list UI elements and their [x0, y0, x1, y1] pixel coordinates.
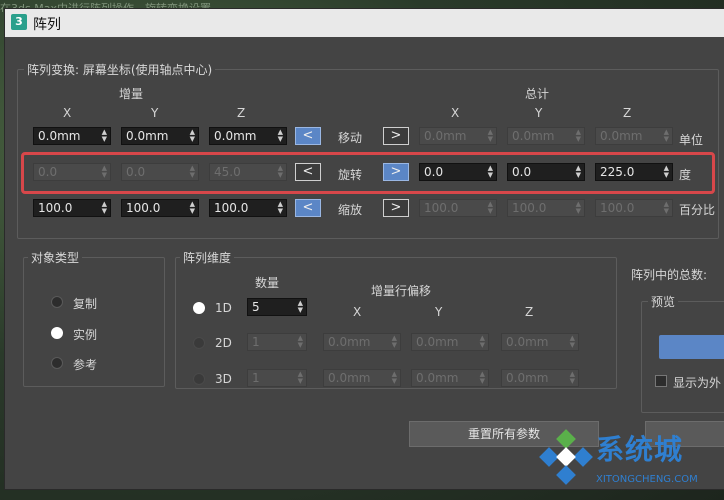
app-icon: 3 [11, 14, 27, 30]
copy-radio[interactable] [51, 296, 63, 308]
scale-total-z: 100.0 ▲ ▼ [595, 199, 673, 217]
scale-right-button[interactable]: > [383, 199, 409, 217]
preview-title: 预览 [648, 293, 679, 310]
rotate-total-y[interactable]: 0.0 ▲ ▼ [507, 163, 585, 181]
rotate-right-button[interactable]: > [383, 163, 409, 181]
offset-axis-z: Z [525, 305, 534, 319]
rotate-total-z[interactable]: 225.0 ▲ ▼ [595, 163, 673, 181]
incr-axis-y: Y [151, 106, 159, 120]
logo-diamond-blue-right [573, 447, 593, 467]
move-total-y: 0.0mm ▲ ▼ [507, 127, 585, 145]
scale-incr-x[interactable]: 100.0 ▲ ▼ [33, 199, 111, 217]
count-1d[interactable]: 5 ▲ ▼ [247, 298, 307, 316]
count-label: 数量 [255, 276, 280, 290]
logo-diamond-white [556, 447, 576, 467]
move-total-z: 0.0mm ▲ ▼ [595, 127, 673, 145]
copy-label[interactable]: 复制 [73, 295, 97, 312]
offset-2d-z: 0.0mm ▲ ▼ [501, 333, 579, 351]
offset-axis-y: Y [435, 305, 443, 319]
watermark: 系统城 XITONGCHENG.COM [534, 428, 724, 500]
count-3d: 1 ▲ ▼ [247, 369, 307, 387]
move-right-button[interactable]: > [383, 127, 409, 145]
dimensions-title: 阵列维度 [180, 249, 235, 266]
rotate-total-x[interactable]: 0.0 ▲ ▼ [419, 163, 497, 181]
transform-group-title: 阵列变换: 屏幕坐标(使用轴点中心) [24, 61, 216, 78]
reference-label[interactable]: 参考 [73, 356, 97, 373]
count-2d: 1 ▲ ▼ [247, 333, 307, 351]
array-dialog: 3 阵列 阵列变换: 屏幕坐标(使用轴点中心) 增量 总计 X Y Z X Y … [4, 8, 724, 490]
dim-1d-radio[interactable] [193, 302, 205, 314]
show-as-label[interactable]: 显示为外 [673, 374, 721, 391]
scale-incr-z[interactable]: 100.0 ▲ ▼ [209, 199, 287, 217]
offset-2d-x: 0.0mm ▲ ▼ [323, 333, 401, 351]
move-total-x: 0.0mm ▲ ▼ [419, 127, 497, 145]
move-incr-x[interactable]: 0.0mm ▲ ▼ [33, 127, 111, 145]
total-axis-x: X [451, 106, 460, 120]
reference-radio[interactable] [51, 357, 63, 369]
dim-2d-label[interactable]: 2D [215, 336, 232, 350]
offset-label: 增量行偏移 [371, 284, 432, 298]
scale-label: 缩放 [338, 203, 363, 217]
scale-unit: 百分比 [679, 203, 716, 217]
watermark-name: 系统城 [596, 433, 684, 466]
rotate-unit: 度 [679, 168, 692, 182]
scale-total-y: 100.0 ▲ ▼ [507, 199, 585, 217]
instance-radio[interactable] [51, 327, 63, 339]
rotate-incr-y: 0.0 ▲ ▼ [121, 163, 199, 181]
offset-3d-z: 0.0mm ▲ ▼ [501, 369, 579, 387]
rotate-label: 旋转 [338, 168, 363, 182]
logo-diamond-blue-bottom [556, 465, 576, 485]
move-label: 移动 [338, 131, 363, 145]
total-axis-z: Z [623, 106, 632, 120]
offset-3d-x: 0.0mm ▲ ▼ [323, 369, 401, 387]
offset-axis-x: X [353, 305, 362, 319]
dim-3d-radio[interactable] [193, 373, 205, 385]
instance-label[interactable]: 实例 [73, 326, 97, 343]
dim-1d-label[interactable]: 1D [215, 301, 232, 315]
incr-axis-z: Z [237, 106, 246, 120]
total-label: 总计 [525, 87, 550, 101]
dim-2d-radio[interactable] [193, 337, 205, 349]
show-as-checkbox[interactable] [655, 375, 667, 387]
window-title: 阵列 [33, 17, 61, 33]
offset-3d-y: 0.0mm ▲ ▼ [411, 369, 489, 387]
object-type-title: 对象类型 [28, 249, 83, 266]
total-axis-y: Y [535, 106, 543, 120]
incr-axis-x: X [63, 106, 72, 120]
title-bar: 3 阵列 [5, 9, 724, 37]
move-incr-z[interactable]: 0.0mm ▲ ▼ [209, 127, 287, 145]
scale-left-button[interactable]: < [295, 199, 321, 217]
preview-button[interactable] [659, 335, 724, 359]
watermark-url: XITONGCHENG.COM [596, 474, 698, 485]
scale-total-x: 100.0 ▲ ▼ [419, 199, 497, 217]
logo-diamond-green [556, 429, 576, 449]
rotate-incr-z: 45.0 ▲ ▼ [209, 163, 287, 181]
rotate-incr-x: 0.0 ▲ ▼ [33, 163, 111, 181]
move-unit: 单位 [679, 133, 704, 147]
move-left-button[interactable]: < [295, 127, 321, 145]
scale-incr-y[interactable]: 100.0 ▲ ▼ [121, 199, 199, 217]
rotate-left-button[interactable]: < [295, 163, 321, 181]
increment-label: 增量 [119, 87, 144, 101]
total-in-array-label: 阵列中的总数: [631, 268, 708, 282]
offset-2d-y: 0.0mm ▲ ▼ [411, 333, 489, 351]
move-incr-y[interactable]: 0.0mm ▲ ▼ [121, 127, 199, 145]
dim-3d-label[interactable]: 3D [215, 372, 232, 386]
